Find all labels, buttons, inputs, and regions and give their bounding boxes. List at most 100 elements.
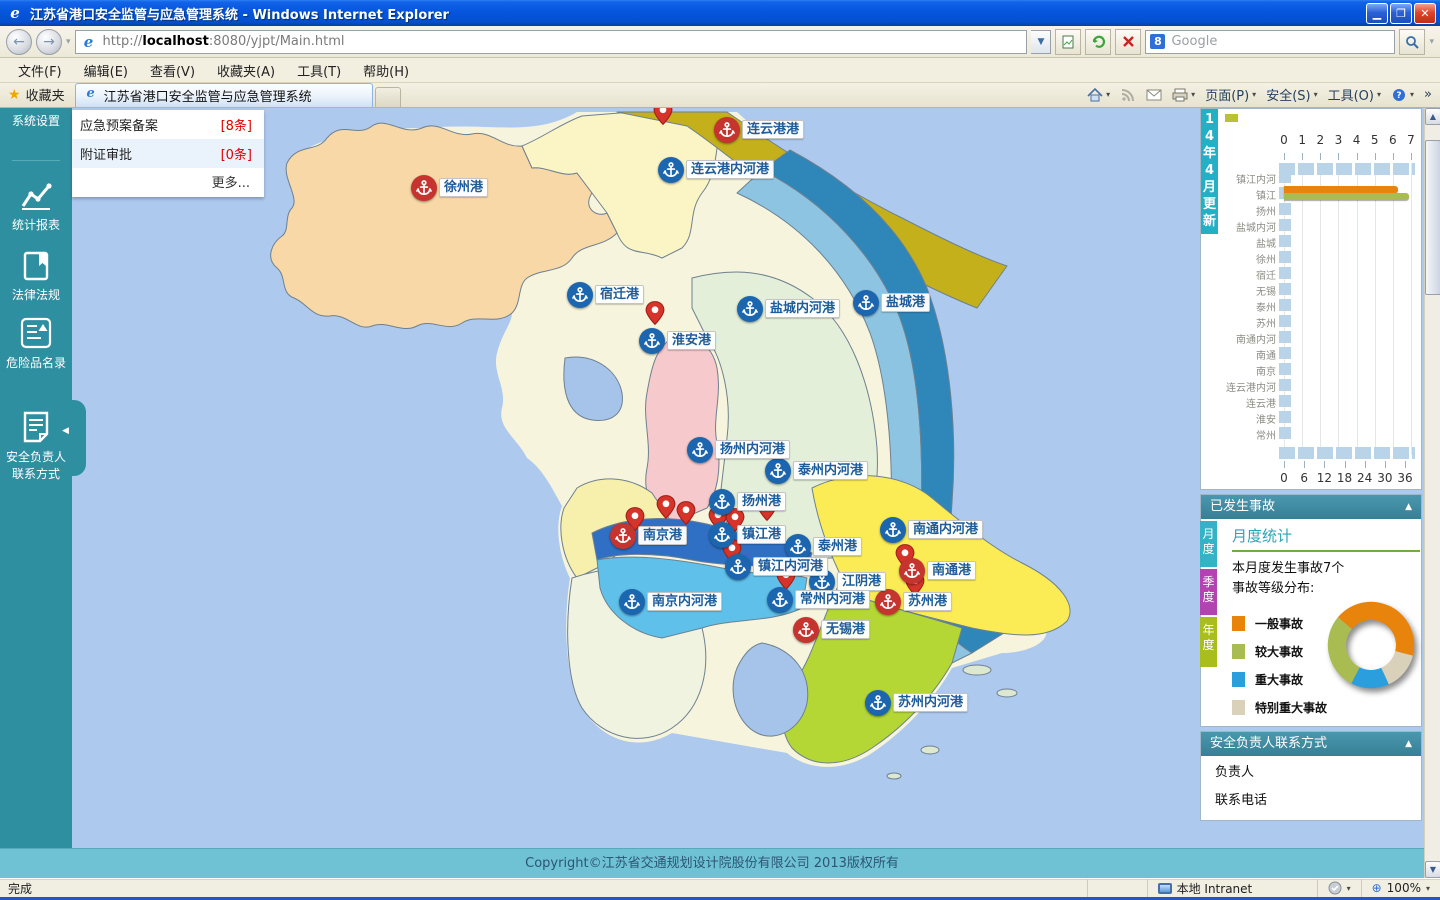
incident-panel-header[interactable]: 已发生事故▲ bbox=[1201, 495, 1421, 519]
port-label[interactable]: 苏州港 bbox=[903, 592, 952, 611]
restore-button[interactable]: ❐ bbox=[1390, 3, 1412, 24]
chart-category-label: 南京 bbox=[1204, 363, 1276, 378]
tools-menu[interactable]: 工具(O)▾ bbox=[1328, 85, 1381, 104]
compatibility-view-button[interactable] bbox=[1055, 29, 1081, 55]
history-dropdown-icon[interactable]: ▾ bbox=[66, 37, 71, 47]
port-label[interactable]: 泰州内河港 bbox=[793, 461, 868, 480]
port-label[interactable]: 扬州港 bbox=[737, 492, 786, 511]
port-label[interactable]: 盐城内河港 bbox=[765, 299, 840, 318]
port-label[interactable]: 泰州港 bbox=[813, 537, 862, 556]
search-input[interactable] bbox=[1171, 34, 1390, 49]
address-dropdown-button[interactable]: ▼ bbox=[1031, 30, 1051, 54]
quick-row-emergency-plan[interactable]: 应急预案备案[8条] bbox=[72, 110, 264, 139]
incident-pin[interactable] bbox=[650, 108, 676, 130]
tab-quarterly[interactable]: 季度 bbox=[1200, 569, 1217, 615]
port-label[interactable]: 南京港 bbox=[638, 526, 687, 545]
port-label[interactable]: 南京内河港 bbox=[647, 592, 722, 611]
menu-view[interactable]: 查看(V) bbox=[140, 58, 205, 83]
sidebar-item-safety-contacts[interactable]: 安全负责人联系方式 bbox=[0, 410, 72, 482]
collapse-icon[interactable]: ▲ bbox=[1405, 495, 1412, 519]
port-label[interactable]: 连云港港 bbox=[742, 120, 804, 139]
update-date-tab: 14年4月更新 bbox=[1201, 109, 1218, 234]
tab-bar: ★ 收藏夹 e 江苏省港口安全监管与应急管理系统 ▾ ▾ 页面(P)▾ 安全(S… bbox=[0, 83, 1440, 108]
port-label[interactable]: 盐城港 bbox=[881, 293, 930, 312]
port-label[interactable]: 淮安港 bbox=[667, 331, 716, 350]
minimize-button[interactable]: ▁ bbox=[1366, 3, 1388, 24]
home-button[interactable]: ▾ bbox=[1087, 88, 1110, 102]
port-label[interactable]: 江阴港 bbox=[837, 572, 886, 591]
tab-monthly[interactable]: 月度 bbox=[1200, 521, 1217, 567]
port-label[interactable]: 镇江港 bbox=[737, 525, 786, 544]
port-label[interactable]: 无锡港 bbox=[821, 620, 870, 639]
bar-stub bbox=[1279, 395, 1291, 407]
safety-menu[interactable]: 安全(S)▾ bbox=[1266, 85, 1317, 104]
feed-button[interactable] bbox=[1120, 88, 1136, 102]
anchor-icon bbox=[713, 526, 731, 544]
sidebar-item-system-settings[interactable]: 系统设置 bbox=[0, 112, 72, 129]
bottom-axis-tick: 18 bbox=[1337, 471, 1352, 485]
page-scrollbar[interactable]: ▲ ▼ bbox=[1424, 108, 1440, 878]
map-pin-icon bbox=[642, 300, 668, 326]
zoom-control[interactable]: ⊕ 100% ▾ bbox=[1361, 879, 1440, 897]
port-label[interactable]: 南通内河港 bbox=[908, 520, 983, 539]
back-button[interactable]: ← bbox=[6, 29, 32, 55]
menu-tools[interactable]: 工具(T) bbox=[287, 58, 351, 83]
port-label[interactable]: 徐州港 bbox=[439, 178, 488, 197]
incident-body: 月度统计 本月度发生事故7个 事故等级分布: 一般事故 较大事故 重大事故 特别… bbox=[1218, 519, 1421, 728]
stop-button[interactable] bbox=[1115, 29, 1141, 55]
tab-main[interactable]: e 江苏省港口安全监管与应急管理系统 bbox=[75, 83, 373, 107]
scroll-down-button[interactable]: ▼ bbox=[1425, 861, 1440, 878]
collapse-left-icon[interactable]: ◀ bbox=[62, 426, 69, 436]
port-label[interactable]: 常州内河港 bbox=[795, 590, 870, 609]
contact-panel: 安全负责人联系方式▲ 负责人 联系电话 bbox=[1200, 731, 1422, 821]
chart-category-label: 连云港 bbox=[1204, 395, 1276, 410]
top-axis-tick: 6 bbox=[1389, 133, 1397, 147]
menu-favorites[interactable]: 收藏夹(A) bbox=[207, 58, 285, 83]
mail-button[interactable] bbox=[1146, 88, 1162, 102]
contact-panel-header[interactable]: 安全负责人联系方式▲ bbox=[1201, 732, 1421, 756]
protected-mode-button[interactable]: ▾ bbox=[1317, 879, 1361, 897]
collapse-icon[interactable]: ▲ bbox=[1405, 732, 1412, 756]
scroll-thumb[interactable] bbox=[1425, 140, 1440, 295]
new-tab-stub[interactable] bbox=[375, 87, 401, 107]
scroll-up-button[interactable]: ▲ bbox=[1425, 108, 1440, 125]
port-label[interactable]: 宿迁港 bbox=[595, 285, 644, 304]
title-bar: e 江苏省港口安全监管与应急管理系统 - Windows Internet Ex… bbox=[0, 0, 1440, 26]
port-label[interactable]: 苏州内河港 bbox=[893, 693, 968, 712]
menu-help[interactable]: 帮助(H) bbox=[353, 58, 419, 83]
sidebar-item-laws[interactable]: 法律法规 bbox=[0, 250, 72, 303]
favorites-button[interactable]: ★ 收藏夹 bbox=[0, 85, 75, 107]
search-box[interactable]: 8 bbox=[1145, 30, 1395, 54]
print-button[interactable]: ▾ bbox=[1172, 88, 1195, 102]
refresh-button[interactable] bbox=[1085, 29, 1111, 55]
menu-edit[interactable]: 编辑(E) bbox=[74, 58, 138, 83]
legend-swatch bbox=[1232, 616, 1245, 631]
anchor-icon bbox=[718, 121, 736, 139]
port-label[interactable]: 扬州内河港 bbox=[715, 440, 790, 459]
sidebar-item-dangerous-goods[interactable]: 危险品名录 bbox=[0, 316, 72, 371]
quick-row-cert-approval[interactable]: 附证审批[0条] bbox=[72, 139, 264, 168]
port-label[interactable]: 镇江内河港 bbox=[753, 557, 828, 576]
toolbar-overflow[interactable]: » bbox=[1424, 87, 1432, 102]
forward-button[interactable]: → bbox=[36, 29, 62, 55]
incident-summary: 本月度发生事故7个 bbox=[1232, 559, 1413, 579]
sidebar-item-statistics[interactable]: 统计报表 bbox=[0, 180, 72, 233]
legend-item: 重大事故 bbox=[1232, 671, 1327, 688]
search-go-button[interactable] bbox=[1399, 29, 1425, 55]
more-link[interactable]: 更多... bbox=[72, 168, 264, 197]
stop-icon bbox=[1122, 35, 1135, 48]
menu-file[interactable]: 文件(F) bbox=[8, 58, 72, 83]
search-options-dropdown[interactable]: ▾ bbox=[1429, 37, 1434, 47]
port-label[interactable]: 南通港 bbox=[927, 561, 976, 580]
close-button[interactable]: ✕ bbox=[1414, 3, 1436, 24]
tab-yearly[interactable]: 年度 bbox=[1200, 617, 1217, 667]
incident-pin[interactable] bbox=[642, 300, 668, 330]
help-menu[interactable]: ?▾ bbox=[1391, 88, 1414, 102]
port-bar-chart-panel: 14年4月更新 01234567镇江内河镇江扬州盐城内河盐城徐州宿迁无锡泰州苏州… bbox=[1200, 108, 1422, 490]
anchor-icon bbox=[771, 591, 789, 609]
port-label[interactable]: 连云港内河港 bbox=[686, 160, 774, 179]
page-menu[interactable]: 页面(P)▾ bbox=[1205, 85, 1256, 104]
address-input[interactable]: e http://localhost:8080/yjpt/Main.html bbox=[75, 30, 1028, 54]
page-content: 徐州港 连云港港连云港内河港宿迁港淮安港 盐城内河港 盐城港扬州内河港泰州内河港扬州港… bbox=[0, 108, 1440, 878]
anchor-icon bbox=[857, 294, 875, 312]
